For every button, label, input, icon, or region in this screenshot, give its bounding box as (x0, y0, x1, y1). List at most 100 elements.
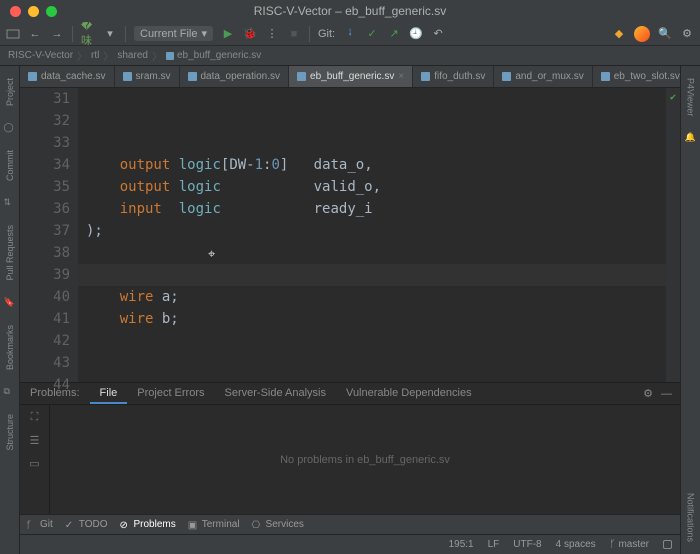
bottom-tab-services[interactable]: ⎔Services (252, 519, 304, 530)
more-run-icon[interactable]: ⋮ (265, 27, 279, 41)
breadcrumb-item[interactable]: RISC-V-Vector (8, 50, 73, 61)
tool-tab-project[interactable]: Project (5, 74, 15, 110)
window-close-icon[interactable] (10, 6, 21, 17)
bottom-tab-git[interactable]: ᚶGit (26, 519, 53, 530)
line-number[interactable]: 32 (38, 110, 70, 132)
editor-tab[interactable]: eb_buff_generic.sv × (289, 66, 413, 87)
chevron-down-icon: ▾ (201, 27, 207, 40)
status-line-col[interactable]: 195:1 (449, 539, 474, 550)
line-number[interactable]: 37 (38, 220, 70, 242)
line-number[interactable]: 33 (38, 132, 70, 154)
close-icon[interactable]: × (398, 71, 404, 82)
status-encoding[interactable]: UTF-8 (513, 539, 541, 550)
code-line[interactable] (78, 374, 666, 382)
editor-tab[interactable]: and_or_mux.sv (494, 66, 592, 87)
back-icon[interactable]: ← (28, 27, 42, 41)
problems-tab[interactable]: Server-Side Analysis (215, 383, 337, 404)
forward-icon[interactable]: → (50, 27, 64, 41)
code-line[interactable]: wire b; (78, 308, 666, 330)
user-avatar[interactable] (634, 26, 650, 42)
code-line[interactable]: input logic ready_i (78, 198, 666, 220)
tool-tab-commit[interactable]: Commit (5, 146, 15, 185)
tool-tab-p4viewer[interactable]: P4Viewer (686, 74, 696, 120)
editor-tab[interactable]: eb_two_slot.sv (593, 66, 680, 87)
code-editor[interactable]: 3132333435363738394041424344 output logi… (20, 88, 680, 382)
code-line[interactable]: output logic[DW-1:0] data_o, (78, 154, 666, 176)
breadcrumb-item[interactable]: rtl (91, 50, 99, 61)
status-indent[interactable]: 4 spaces (556, 539, 596, 550)
lock-icon[interactable] (663, 540, 672, 549)
bottom-tab-todo[interactable]: ✓TODO (65, 519, 108, 530)
line-number[interactable]: 42 (38, 330, 70, 352)
status-branch[interactable]: ᚶ master (610, 539, 649, 550)
tool-tab-pull-requests[interactable]: Pull Requests (5, 221, 15, 285)
settings-icon[interactable]: ⚙ (680, 27, 694, 41)
line-number[interactable]: 38 (38, 242, 70, 264)
chevron-down-icon[interactable]: ▾ (103, 27, 117, 41)
line-number[interactable]: 41 (38, 308, 70, 330)
line-number[interactable]: 31 (38, 88, 70, 110)
editor-tab-label: data_cache.sv (41, 71, 106, 82)
line-number[interactable]: 36 (38, 198, 70, 220)
left-tool-strip: Project ◯ Commit ⇅ Pull Requests 🔖 Bookm… (0, 66, 20, 554)
editor-tab[interactable]: fifo_duth.sv (413, 66, 494, 87)
stop-icon[interactable]: ■ (287, 27, 301, 41)
code-line[interactable] (78, 330, 666, 352)
hide-icon[interactable]: — (661, 388, 672, 400)
collapse-icon[interactable]: ▭ (29, 457, 39, 470)
editor-tab-label: eb_two_slot.sv (614, 71, 680, 82)
debug-icon[interactable]: 🐞 (243, 27, 257, 41)
code-line[interactable] (78, 352, 666, 374)
editor-tab[interactable]: sram.sv (115, 66, 180, 87)
git-update-icon[interactable]: ⭭ (343, 27, 357, 41)
window-zoom-icon[interactable] (46, 6, 57, 17)
code-with-me-icon[interactable]: ◆ (612, 27, 626, 41)
run-config-selector[interactable]: Current File ▾ (134, 26, 213, 41)
line-number[interactable]: 44 (38, 374, 70, 396)
editor-tab[interactable]: data_operation.sv (180, 66, 290, 87)
project-icon[interactable] (6, 27, 20, 41)
status-line-sep[interactable]: LF (488, 539, 500, 550)
problems-tab[interactable]: Vulnerable Dependencies (336, 383, 482, 404)
git-push-icon[interactable]: ↗ (387, 27, 401, 41)
expand-icon[interactable]: ⛶ (31, 411, 39, 424)
line-number[interactable]: 40 (38, 286, 70, 308)
notifications-icon[interactable]: 🔔 (685, 132, 697, 144)
problems-tab[interactable]: File (90, 383, 128, 404)
bottom-tab-label: Git (40, 519, 53, 530)
main-toolbar: ← → �味 ▾ Current File ▾ ▶ 🐞 ⋮ ■ Git: ⭭ ✓… (0, 22, 700, 46)
bottom-tab-terminal[interactable]: ▣Terminal (188, 519, 240, 530)
line-number[interactable]: 34 (38, 154, 70, 176)
tool-tab-structure[interactable]: Structure (5, 410, 15, 455)
bookmarks-icon[interactable]: 🔖 (4, 297, 16, 309)
git-commit-icon[interactable]: ✓ (365, 27, 379, 41)
inspection-gutter[interactable]: ✔ (666, 88, 680, 382)
editor-tab[interactable]: data_cache.sv (20, 66, 115, 87)
problems-tab[interactable]: Project Errors (127, 383, 214, 404)
code-line[interactable] (78, 242, 666, 264)
git-history-icon[interactable]: 🕘 (409, 27, 423, 41)
code-line[interactable]: ); (78, 220, 666, 242)
filter-icon[interactable]: ☰ (30, 434, 40, 447)
gear-icon[interactable]: ⚙ (643, 387, 653, 400)
structure-icon[interactable]: ⧉ (4, 386, 16, 398)
vcs-icon[interactable]: �味 (81, 27, 95, 41)
bottom-tab-problems[interactable]: ⊘Problems (120, 519, 176, 530)
line-number[interactable]: 35 (38, 176, 70, 198)
run-icon[interactable]: ▶ (221, 27, 235, 41)
breadcrumb-item[interactable]: shared (117, 50, 148, 61)
code-line[interactable]: wire a; (78, 286, 666, 308)
code-line[interactable] (78, 264, 666, 286)
code-area[interactable]: output logic[DW-1:0] data_o, output logi… (78, 88, 666, 382)
line-number[interactable]: 43 (38, 352, 70, 374)
code-line[interactable]: output logic valid_o, (78, 176, 666, 198)
commit-icon[interactable]: ◯ (4, 122, 16, 134)
line-number[interactable]: 39 (38, 264, 70, 286)
git-rollback-icon[interactable]: ↶ (431, 27, 445, 41)
pull-requests-icon[interactable]: ⇅ (4, 197, 16, 209)
tool-tab-bookmarks[interactable]: Bookmarks (5, 321, 15, 374)
window-minimize-icon[interactable] (28, 6, 39, 17)
breadcrumb-item[interactable]: eb_buff_generic.sv (166, 50, 261, 61)
search-icon[interactable]: 🔍 (658, 27, 672, 41)
tool-tab-notifications[interactable]: Notifications (686, 489, 696, 546)
